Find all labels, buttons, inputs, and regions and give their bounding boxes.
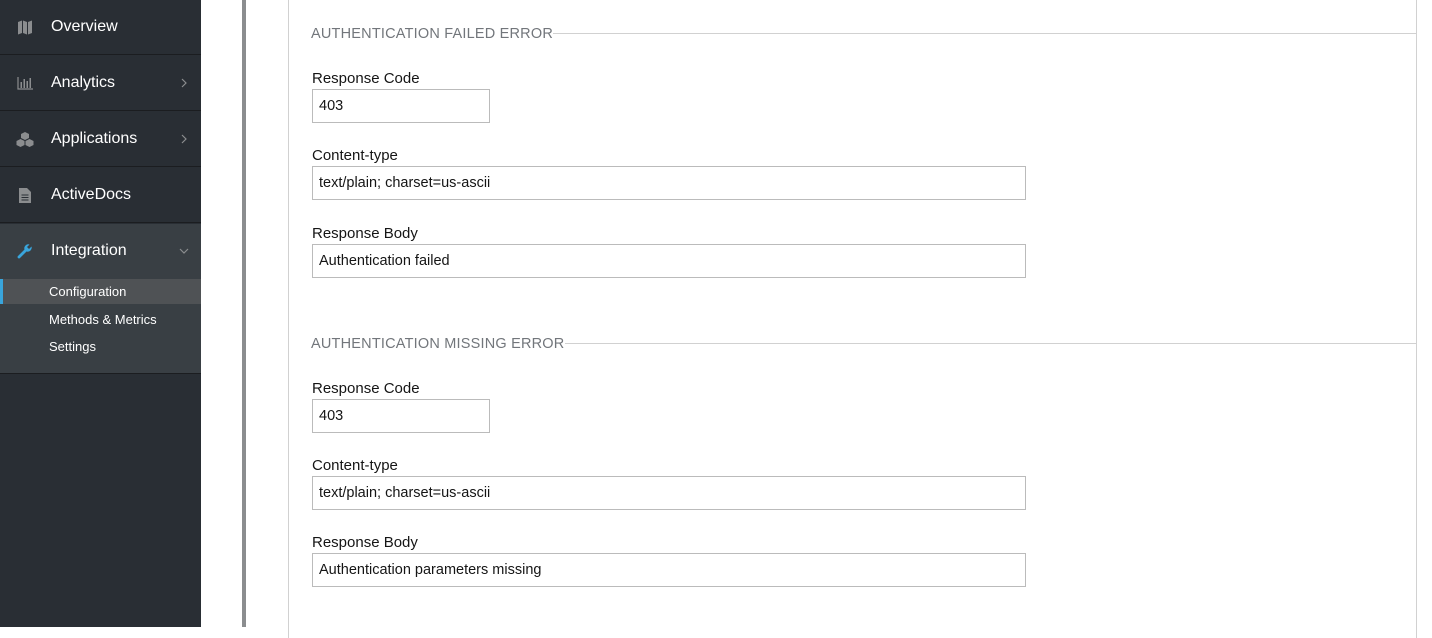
bar-chart-icon — [16, 74, 34, 92]
response-code-label: Response Code — [312, 380, 420, 397]
chevron-right-icon — [179, 134, 189, 144]
sidebar-item-label: Overview — [51, 18, 118, 35]
subnav-item-settings[interactable]: Settings — [0, 334, 201, 359]
wrench-icon — [16, 242, 34, 260]
sidebar-item-integration[interactable]: Integration — [0, 224, 201, 279]
section-title-auth-missing: AUTHENTICATION MISSING ERROR — [311, 336, 565, 352]
subnav-item-label: Configuration — [49, 284, 127, 299]
sidebar-item-label: ActiveDocs — [51, 186, 132, 203]
section-divider — [565, 343, 1417, 344]
response-code-label: Response Code — [312, 70, 420, 87]
subnav-item-configuration[interactable]: Configuration — [0, 279, 201, 304]
sidebar: Overview Analytics Applications ActiveDo… — [0, 0, 201, 627]
cubes-icon — [16, 130, 34, 148]
auth-missing-response-code-input[interactable] — [312, 399, 490, 433]
chevron-right-icon — [179, 78, 189, 88]
response-body-label: Response Body — [312, 225, 418, 242]
sidebar-item-applications[interactable]: Applications — [0, 112, 201, 167]
subnav-item-methods-metrics[interactable]: Methods & Metrics — [0, 307, 201, 332]
integration-subnav: Configuration Methods & Metrics Settings — [0, 277, 201, 374]
section-divider — [552, 33, 1417, 34]
subnav-item-label: Settings — [49, 339, 96, 354]
sidebar-item-activedocs[interactable]: ActiveDocs — [0, 168, 201, 223]
content-type-label: Content-type — [312, 457, 398, 474]
auth-missing-content-type-input[interactable] — [312, 476, 1026, 510]
response-body-label: Response Body — [312, 534, 418, 551]
auth-missing-response-body-input[interactable] — [312, 553, 1026, 587]
content-divider — [242, 0, 246, 627]
sidebar-item-analytics[interactable]: Analytics — [0, 56, 201, 111]
subnav-item-label: Methods & Metrics — [49, 312, 157, 327]
section-title-auth-failed: AUTHENTICATION FAILED ERROR — [311, 26, 553, 42]
document-icon — [16, 186, 34, 204]
map-icon — [16, 18, 34, 36]
sidebar-item-label: Integration — [51, 242, 127, 259]
content-type-label: Content-type — [312, 147, 398, 164]
chevron-down-icon — [179, 246, 189, 256]
sidebar-item-label: Applications — [51, 130, 138, 147]
sidebar-item-overview[interactable]: Overview — [0, 0, 201, 55]
auth-failed-response-body-input[interactable] — [312, 244, 1026, 278]
sidebar-item-label: Analytics — [51, 74, 116, 91]
auth-failed-content-type-input[interactable] — [312, 166, 1026, 200]
auth-failed-response-code-input[interactable] — [312, 89, 490, 123]
